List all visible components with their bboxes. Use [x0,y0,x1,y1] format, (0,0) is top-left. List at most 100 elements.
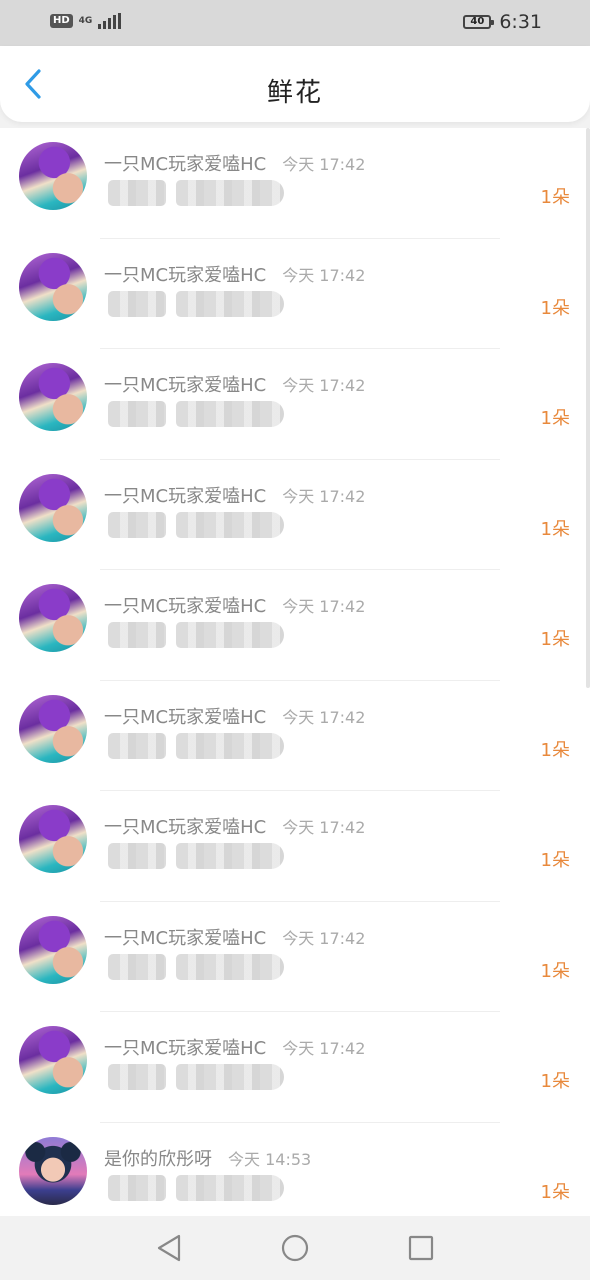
avatar[interactable] [19,363,87,431]
timestamp: 今天 17:42 [282,928,366,948]
flower-count: 1朵 [540,629,570,650]
blurred-text [108,622,166,648]
sender-name-text: 一只MC玩家爱嗑HC [104,264,267,286]
nav-recents-button[interactable] [401,1228,441,1268]
sender-name-text: 一只MC玩家爱嗑HC [104,375,267,396]
scrollbar[interactable] [586,128,590,688]
flower-count: 1朵 [540,408,570,429]
avatar[interactable] [19,584,87,652]
sender-name[interactable]: 一只MC玩家爱嗑HC 今天 17:42 [104,371,365,397]
blurred-text [108,732,166,759]
circle-home-icon [281,1234,309,1262]
square-recents-icon [408,1235,434,1261]
list-item[interactable]: 一只MC玩家爱嗑HC 今天 17:42 1朵 [0,902,590,1013]
timestamp: 今天 17:42 [282,376,366,395]
flower-count: 1朵 [540,297,570,319]
system-nav-bar [0,1216,590,1280]
blurred-text [176,843,284,869]
sender-name-text: 一只MC玩家爱嗑HC [104,706,267,728]
list-item[interactable]: 一只MC玩家爱嗑HC 今天 17:42 1朵 [0,681,590,792]
blurred-message [108,1064,284,1090]
hd-badge: HD [50,14,73,28]
blurred-message [108,622,284,648]
timestamp: 今天 17:42 [282,707,366,727]
blurred-text [176,1174,284,1201]
sender-name[interactable]: 一只MC玩家爱嗑HC 今天 17:42 [104,924,365,950]
flower-count: 1朵 [540,1181,570,1203]
blurred-text [108,1174,166,1201]
list-item[interactable]: 一只MC玩家爱嗑HC 今天 17:42 1朵 [0,791,590,902]
sender-name-text: 一只MC玩家爱嗑HC [104,154,267,175]
blurred-message [108,843,284,869]
avatar[interactable] [19,252,87,321]
blurred-text [176,622,284,648]
status-right: 40 6:31 [463,11,542,33]
blurred-message [108,401,284,427]
blurred-text [176,732,284,759]
nav-back-button[interactable] [149,1228,189,1268]
battery-icon: 40 [463,15,495,29]
flower-count: 1朵 [540,518,570,540]
avatar[interactable] [19,473,87,542]
blurred-message [108,290,284,317]
avatar[interactable] [19,142,87,210]
avatar[interactable] [19,915,87,984]
triangle-back-icon [157,1234,181,1262]
sender-name[interactable]: 一只MC玩家爱嗑HC 今天 17:42 [104,703,365,729]
timestamp: 今天 17:42 [282,155,366,174]
blurred-message [108,953,284,980]
flower-count: 1朵 [540,850,570,871]
blurred-text [108,401,166,427]
blurred-text [176,401,284,427]
avatar[interactable] [19,805,87,873]
sender-name-text: 是你的欣彤呀 [104,1148,212,1170]
blurred-text [176,511,284,538]
blurred-text [108,843,166,869]
sender-name-text: 一只MC玩家爱嗑HC [104,817,267,838]
avatar[interactable] [19,1026,87,1094]
list-item[interactable]: 一只MC玩家爱嗑HC 今天 17:42 1朵 [0,349,590,460]
avatar[interactable] [19,1136,87,1205]
sender-name[interactable]: 一只MC玩家爱嗑HC 今天 17:42 [104,261,365,287]
timestamp: 今天 17:42 [282,818,366,837]
timestamp: 今天 14:53 [228,1149,312,1169]
avatar[interactable] [19,694,87,763]
blurred-text [176,953,284,980]
timestamp: 今天 17:42 [282,486,366,506]
page-title: 鲜花 [266,78,323,108]
blurred-text [108,953,166,980]
list-item[interactable]: 一只MC玩家爱嗑HC 今天 17:42 1朵 [0,239,590,350]
blurred-message [108,1174,284,1201]
list-item[interactable]: 一只MC玩家爱嗑HC 今天 17:42 1朵 [0,460,590,571]
clock: 6:31 [499,11,542,33]
blurred-text [176,1064,284,1090]
sender-name[interactable]: 一只MC玩家爱嗑HC 今天 17:42 [104,592,365,618]
list-item[interactable]: 一只MC玩家爱嗑HC 今天 17:42 1朵 [0,1012,590,1123]
timestamp: 今天 17:42 [282,1039,366,1058]
blurred-text [176,290,284,317]
status-bar: HD 4G 40 6:31 [0,0,590,46]
sender-name[interactable]: 一只MC玩家爱嗑HC 今天 17:42 [104,150,365,176]
sender-name[interactable]: 一只MC玩家爱嗑HC 今天 17:42 [104,1034,365,1060]
blurred-text [108,1064,166,1090]
flower-list: 一只MC玩家爱嗑HC 今天 17:42 1朵 一只MC玩家爱嗑HC 今天 17:42 1朵… [0,128,590,1233]
blurred-message [108,511,284,538]
signal-icon [98,13,122,29]
blurred-text [108,511,166,538]
flower-count: 1朵 [540,1071,570,1092]
sender-name[interactable]: 一只MC玩家爱嗑HC 今天 17:42 [104,482,365,508]
status-left: HD 4G [50,13,122,29]
sender-name[interactable]: 一只MC玩家爱嗑HC 今天 17:42 [104,813,365,839]
list-item[interactable]: 一只MC玩家爱嗑HC 今天 17:42 1朵 [0,570,590,681]
sender-name-text: 一只MC玩家爱嗑HC [104,485,267,507]
blurred-text [108,180,166,206]
timestamp: 今天 17:42 [282,265,366,285]
timestamp: 今天 17:42 [282,597,366,616]
sender-name[interactable]: 是你的欣彤呀 今天 14:53 [104,1145,311,1171]
list-item[interactable]: 一只MC玩家爱嗑HC 今天 17:42 1朵 [0,128,590,239]
nav-home-button[interactable] [275,1228,315,1268]
blurred-text [108,290,166,317]
sender-name-text: 一只MC玩家爱嗑HC [104,1038,267,1059]
blurred-text [176,180,284,206]
blurred-message [108,732,284,759]
